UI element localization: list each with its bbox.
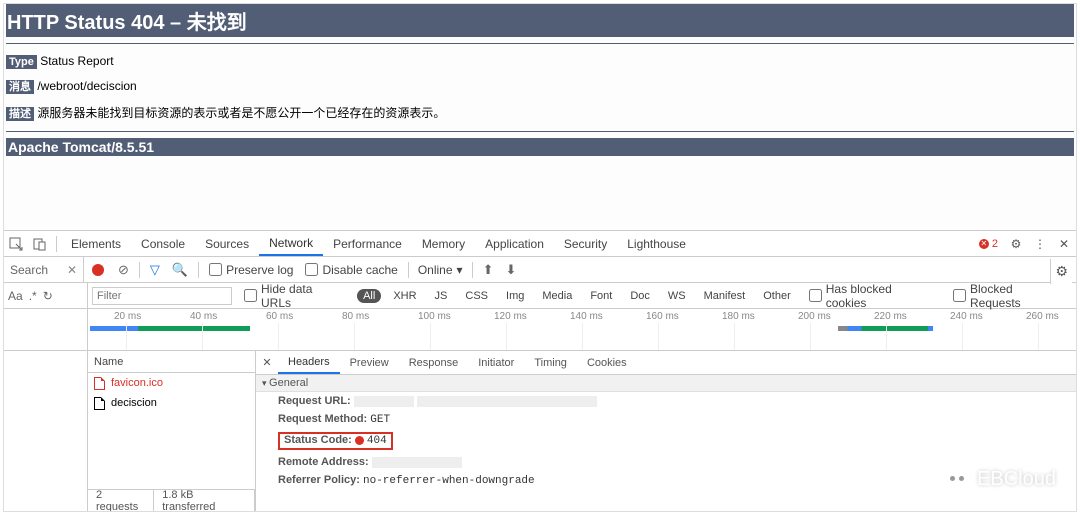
filter-bar: Aa .* ↻ Hide data URLs All XHR JS CSS Img Med… (4, 283, 1076, 309)
inspect-icon[interactable] (4, 237, 28, 251)
upload-icon[interactable]: ⬆ (477, 262, 500, 278)
download-icon[interactable]: ⬇ (499, 262, 522, 278)
message-badge: 消息 (6, 80, 34, 94)
error-count[interactable]: ✕2 (979, 238, 998, 250)
filter-type-img[interactable]: Img (500, 289, 530, 303)
record-button[interactable] (92, 264, 104, 276)
file-icon (94, 377, 105, 390)
timeline-tick: 140 ms (570, 311, 603, 322)
timeline-tick: 20 ms (114, 311, 141, 322)
more-icon[interactable]: ⋮ (1028, 237, 1052, 251)
request-item[interactable]: favicon.ico (88, 373, 255, 393)
filter-type-doc[interactable]: Doc (624, 289, 656, 303)
blocked-cookies-checkbox[interactable]: Has blocked cookies (803, 282, 941, 310)
request-summary: 2 requests 1.8 kB transferred (88, 489, 255, 511)
gear-icon[interactable]: ⚙ (1004, 237, 1028, 251)
type-badge: Type (6, 55, 37, 69)
close-detail-icon[interactable]: ✕ (256, 356, 278, 369)
tab-application[interactable]: Application (475, 231, 554, 256)
tab-elements[interactable]: Elements (61, 231, 131, 256)
tab-lighthouse[interactable]: Lighthouse (617, 231, 696, 256)
throttle-select[interactable]: Online ▾ (413, 261, 468, 279)
hide-data-urls-checkbox[interactable]: Hide data URLs (238, 282, 351, 310)
regex-icon[interactable]: .* (29, 289, 37, 303)
filter-type-other[interactable]: Other (757, 289, 797, 303)
file-icon (94, 397, 105, 410)
request-list: Name favicon.ico deciscion 2 requests 1.8… (88, 351, 256, 511)
close-search-icon[interactable]: ✕ (67, 263, 77, 277)
general-section[interactable]: General (256, 375, 1076, 392)
devtools-panel: ElementsConsoleSourcesNetworkPerformance… (4, 230, 1076, 511)
filter-type-manifest[interactable]: Manifest (698, 289, 752, 303)
detail-tab-cookies[interactable]: Cookies (577, 351, 637, 374)
detail-tab-preview[interactable]: Preview (340, 351, 399, 374)
separator (56, 236, 57, 252)
http-status-title: HTTP Status 404 – 未找到 (6, 4, 1074, 37)
description-badge: 描述 (6, 107, 34, 121)
detail-tab-response[interactable]: Response (399, 351, 469, 374)
detail-tab-headers[interactable]: Headers (278, 351, 340, 374)
server-footer: Apache Tomcat/8.5.51 (6, 138, 1074, 156)
network-toolbar: Search ✕ ⊘ ▽ 🔍 Preserve log Disable cach… (4, 257, 1076, 283)
request-item[interactable]: deciscion (88, 393, 255, 413)
timeline-tick: 80 ms (342, 311, 369, 322)
detail-tab-timing[interactable]: Timing (524, 351, 577, 374)
timeline-tick: 120 ms (494, 311, 527, 322)
blocked-requests-checkbox[interactable]: Blocked Requests (947, 282, 1072, 310)
timeline-tick: 60 ms (266, 311, 293, 322)
filter-type-all[interactable]: All (357, 289, 381, 303)
detail-tab-initiator[interactable]: Initiator (468, 351, 524, 374)
tab-performance[interactable]: Performance (323, 231, 412, 256)
tab-security[interactable]: Security (554, 231, 617, 256)
timeline-tick: 200 ms (798, 311, 831, 322)
tab-memory[interactable]: Memory (412, 231, 475, 256)
timeline-bar (90, 326, 250, 331)
timeline-tick: 40 ms (190, 311, 217, 322)
device-icon[interactable] (28, 237, 52, 251)
filter-type-xhr[interactable]: XHR (387, 289, 422, 303)
filter-type-font[interactable]: Font (584, 289, 618, 303)
description-value: 源服务器未能找到目标资源的表示或者是不愿公开一个已经存在的资源表示。 (37, 106, 445, 120)
tab-console[interactable]: Console (131, 231, 195, 256)
devtools-tab-bar: ElementsConsoleSourcesNetworkPerformance… (4, 231, 1076, 257)
filter-type-css[interactable]: CSS (459, 289, 494, 303)
request-method-row: Request Method: GET (256, 410, 1076, 429)
close-icon[interactable]: ✕ (1052, 237, 1076, 251)
filter-icon[interactable]: ▽ (144, 262, 166, 278)
wechat-icon (945, 470, 969, 490)
request-list-header[interactable]: Name (88, 351, 255, 373)
timeline-tick: 240 ms (950, 311, 983, 322)
search-panel[interactable]: Search ✕ (4, 257, 84, 282)
timeline-tick: 180 ms (722, 311, 755, 322)
timeline-tick: 100 ms (418, 311, 451, 322)
request-name: favicon.ico (111, 377, 163, 389)
divider (6, 43, 1074, 44)
status-code-row: Status Code: 404 (256, 429, 1076, 453)
timeline[interactable]: 20 ms 40 ms 60 ms 80 ms 100 ms 120 ms 140 ms 16… (4, 309, 1076, 351)
timeline-tick: 220 ms (874, 311, 907, 322)
search-label: Search (10, 263, 48, 277)
timeline-tick: 260 ms (1026, 311, 1059, 322)
message-value: /webroot/deciscion (37, 79, 136, 93)
disable-cache-checkbox[interactable]: Disable cache (299, 263, 403, 277)
filter-type-media[interactable]: Media (536, 289, 578, 303)
timeline-tick: 160 ms (646, 311, 679, 322)
type-value: Status Report (40, 54, 113, 68)
request-url-row: Request URL: (256, 392, 1076, 410)
network-settings-icon[interactable]: ⚙ (1050, 259, 1072, 284)
tab-sources[interactable]: Sources (195, 231, 259, 256)
filter-type-ws[interactable]: WS (662, 289, 692, 303)
refresh-icon[interactable]: ↻ (43, 289, 53, 303)
watermark: EBCloud (945, 468, 1056, 491)
tab-network[interactable]: Network (259, 231, 323, 256)
preserve-log-checkbox[interactable]: Preserve log (203, 263, 299, 277)
filter-type-js[interactable]: JS (429, 289, 454, 303)
search-icon[interactable]: 🔍 (166, 262, 194, 278)
clear-icon[interactable]: ⊘ (112, 262, 135, 278)
match-case-icon[interactable]: Aa (8, 289, 23, 303)
request-name: deciscion (111, 397, 157, 409)
divider (6, 131, 1074, 132)
filter-input[interactable] (92, 287, 232, 305)
